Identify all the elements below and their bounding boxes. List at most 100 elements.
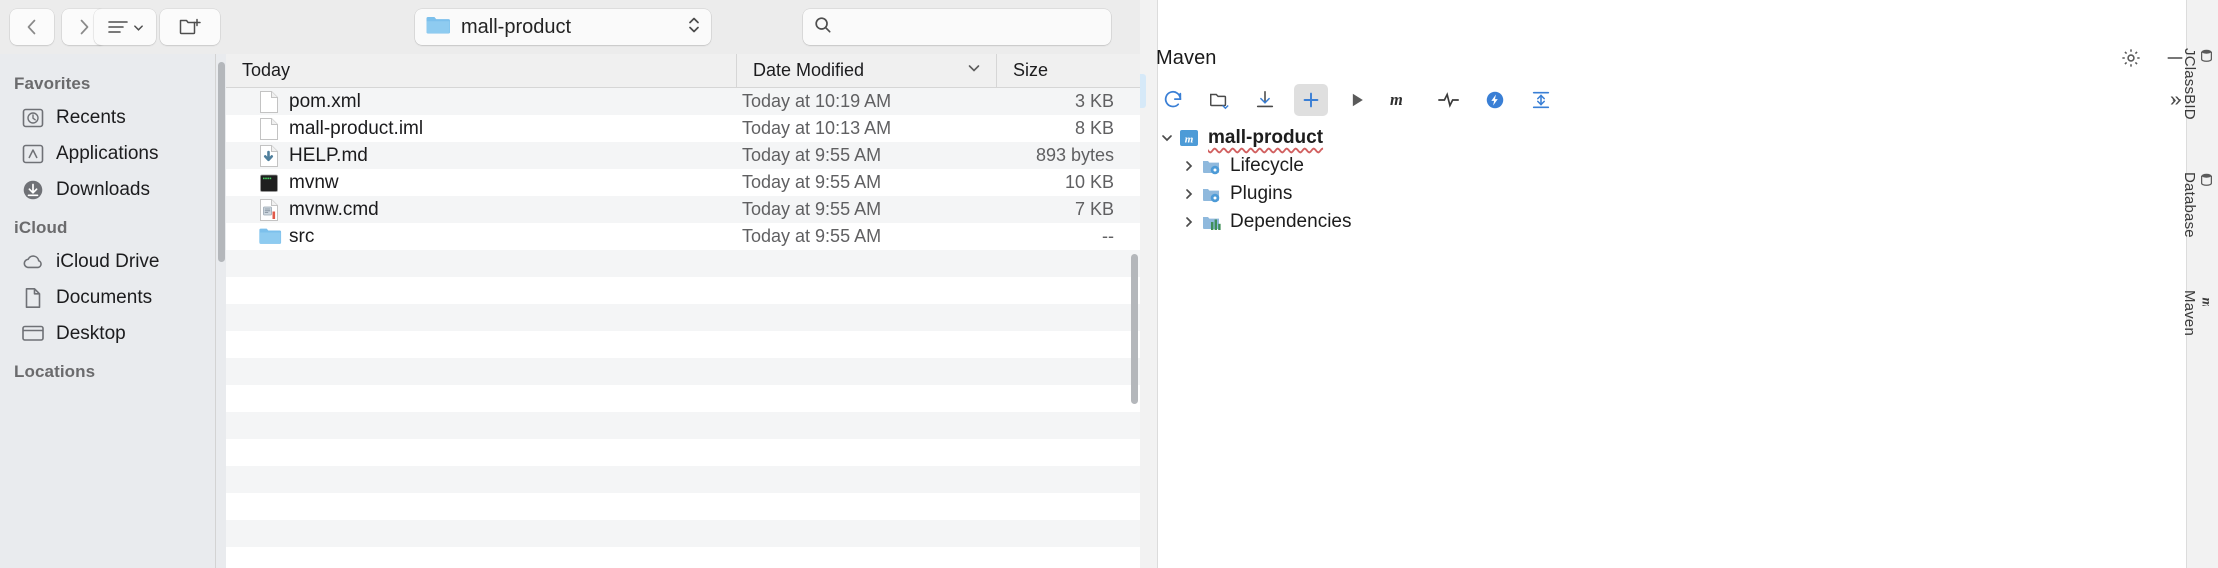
tree-node-label: Dependencies bbox=[1230, 211, 1352, 232]
path-label: mall-product bbox=[461, 15, 572, 38]
file-size: 3 KB bbox=[1074, 91, 1114, 111]
right-tab-label: Maven bbox=[2181, 290, 2198, 337]
table-row[interactable]: mall-product.iml Today at 10:13 AM 8 KB bbox=[226, 115, 1140, 142]
search-field[interactable] bbox=[803, 9, 1111, 45]
table-row-empty bbox=[226, 439, 1140, 466]
desktop-icon bbox=[20, 321, 46, 347]
table-row-empty bbox=[226, 385, 1140, 412]
plugins-icon bbox=[1200, 183, 1222, 205]
gear-icon[interactable] bbox=[2120, 47, 2142, 69]
tree-node-plugins[interactable]: Plugins bbox=[1148, 180, 2202, 208]
table-row[interactable]: pom.xml Today at 10:19 AM 3 KB bbox=[226, 88, 1140, 115]
table-row-empty bbox=[226, 304, 1140, 331]
file-date: Today at 9:55 AM bbox=[742, 226, 882, 246]
tree-node-lifecycle[interactable]: Lifecycle bbox=[1148, 152, 2202, 180]
right-tab-label: JClassBID bbox=[2181, 48, 2198, 120]
expand-icon[interactable] bbox=[1524, 84, 1558, 116]
execute-goal-icon[interactable]: m bbox=[1386, 84, 1420, 116]
right-tab-jclassbid[interactable]: JClassBID bbox=[2181, 48, 2215, 120]
table-row[interactable]: src Today at 9:55 AM -- bbox=[226, 223, 1140, 250]
column-header-date-label: Date Modified bbox=[753, 60, 865, 80]
view-options-button[interactable] bbox=[94, 9, 156, 45]
sidebar-section-locations: Locations bbox=[14, 362, 96, 381]
file-name-cell: mall-product.iml bbox=[226, 117, 736, 141]
sidebar-item-documents[interactable]: Documents bbox=[0, 280, 215, 316]
table-row-empty bbox=[226, 493, 1140, 520]
sidebar-scrollbar-thumb[interactable] bbox=[218, 62, 225, 262]
table-row[interactable]: HELP.md Today at 9:55 AM 893 bytes bbox=[226, 142, 1140, 169]
chevron-down-icon[interactable] bbox=[1156, 127, 1178, 149]
downloads-icon bbox=[20, 177, 46, 203]
chevron-right-icon[interactable] bbox=[1178, 183, 1200, 205]
file-date: Today at 9:55 AM bbox=[742, 172, 882, 192]
file-name: src bbox=[289, 225, 315, 247]
table-row-empty bbox=[226, 466, 1140, 493]
table-row-empty bbox=[226, 412, 1140, 439]
tree-node-label: mall-product bbox=[1208, 127, 1324, 148]
sidebar-item-desktop[interactable]: Desktop bbox=[0, 316, 215, 352]
file-list-scrollbar-thumb[interactable] bbox=[1131, 254, 1138, 404]
right-tab-label: Database bbox=[2181, 172, 2198, 238]
file-size: 8 KB bbox=[1074, 118, 1114, 138]
file-name-cell: mvnw.cmd bbox=[226, 198, 736, 222]
finder-sidebar: Favorites Recents Applications Downloads… bbox=[0, 54, 216, 568]
table-row-empty bbox=[226, 331, 1140, 358]
file-size: 10 KB bbox=[1064, 172, 1114, 192]
svg-text:m: m bbox=[2199, 297, 2214, 306]
reload-icon[interactable] bbox=[1156, 84, 1190, 116]
column-header-name[interactable]: Today bbox=[226, 54, 736, 88]
tree-node-mall-product[interactable]: m mall-product bbox=[1148, 124, 2202, 152]
sidebar-item-recents[interactable]: Recents bbox=[0, 100, 215, 136]
svg-text:m: m bbox=[1390, 90, 1403, 109]
nav-buttons-group bbox=[10, 9, 106, 45]
column-header-date-modified[interactable]: Date Modified bbox=[736, 53, 996, 88]
table-row-empty bbox=[226, 547, 1140, 568]
sidebar-item-downloads[interactable]: Downloads bbox=[0, 172, 215, 208]
plus-icon[interactable] bbox=[1294, 84, 1328, 116]
folder-icon bbox=[425, 14, 451, 41]
screen: Maven m » m mall-product Lifecycle Plugi… bbox=[0, 0, 2218, 568]
file-list-column-headers: Today Date Modified Size bbox=[226, 53, 1140, 88]
sidebar-item-label: Recents bbox=[56, 107, 126, 128]
tree-node-label: Lifecycle bbox=[1230, 155, 1304, 176]
right-tab-database[interactable]: Database bbox=[2181, 172, 2215, 238]
chevron-right-icon[interactable] bbox=[1178, 211, 1200, 233]
new-folder-button[interactable] bbox=[160, 9, 220, 45]
maven-tool-window-header: Maven bbox=[1148, 38, 2202, 78]
download-icon[interactable] bbox=[1248, 84, 1282, 116]
file-date: Today at 9:55 AM bbox=[742, 145, 882, 165]
path-popup-button[interactable]: mall-product bbox=[415, 9, 711, 45]
chevron-right-icon[interactable] bbox=[1178, 155, 1200, 177]
maven-icon: m bbox=[2198, 290, 2215, 330]
search-input[interactable] bbox=[841, 16, 1091, 38]
column-header-size[interactable]: Size bbox=[996, 53, 1140, 88]
sidebar-item-applications[interactable]: Applications bbox=[0, 136, 215, 172]
sidebar-item-label: Downloads bbox=[56, 179, 150, 200]
tree-node-dependencies[interactable]: Dependencies bbox=[1148, 208, 2202, 236]
sidebar-section-favorites: Favorites bbox=[14, 74, 91, 93]
run-icon[interactable] bbox=[1340, 84, 1374, 116]
right-tab-maven[interactable]: m Maven bbox=[2181, 290, 2215, 336]
markdown-icon bbox=[258, 144, 280, 168]
table-row-empty bbox=[226, 358, 1140, 385]
file-date: Today at 10:19 AM bbox=[742, 91, 892, 111]
svg-text:m: m bbox=[1185, 134, 1194, 146]
table-row[interactable]: mvnw Today at 9:55 AM 10 KB bbox=[226, 169, 1140, 196]
table-row[interactable]: mvnw.cmd Today at 9:55 AM 7 KB bbox=[226, 196, 1140, 223]
folder-icon bbox=[258, 225, 282, 249]
back-button[interactable] bbox=[10, 9, 54, 45]
file-name: mvnw.cmd bbox=[289, 198, 379, 220]
file-name: pom.xml bbox=[289, 90, 361, 112]
database-icon bbox=[2198, 48, 2215, 114]
file-name-cell: mvnw bbox=[226, 171, 736, 195]
file-name: HELP.md bbox=[289, 144, 368, 166]
add-folder-icon[interactable] bbox=[1202, 84, 1236, 116]
chevron-down-icon bbox=[133, 24, 143, 31]
file-date: Today at 10:13 AM bbox=[742, 118, 892, 138]
table-row-empty bbox=[226, 250, 1140, 277]
offline-icon[interactable] bbox=[1478, 84, 1512, 116]
applications-icon bbox=[20, 141, 46, 167]
chevron-up-down-icon bbox=[687, 14, 701, 41]
sidebar-item-icloud-drive[interactable]: iCloud Drive bbox=[0, 244, 215, 280]
skip-tests-icon[interactable] bbox=[1432, 84, 1466, 116]
